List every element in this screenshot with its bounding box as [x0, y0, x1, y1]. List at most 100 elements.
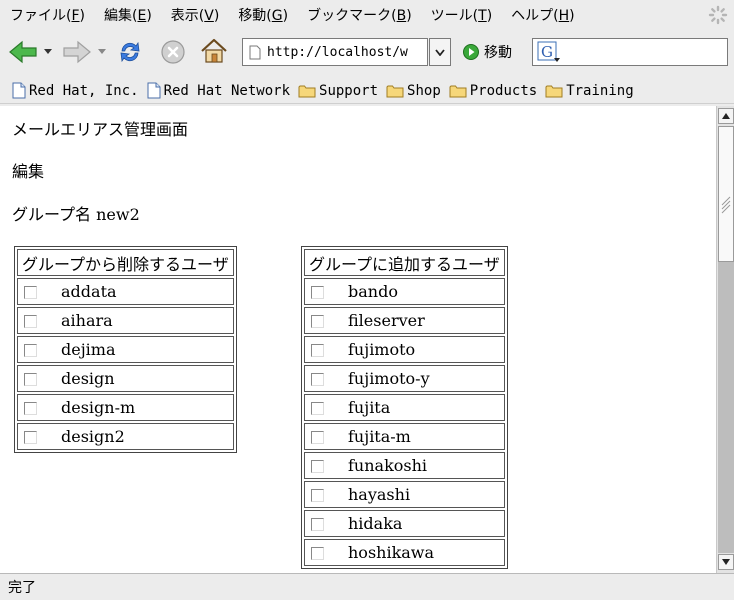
- user-name: fileserver: [348, 311, 425, 330]
- menu-item-3[interactable]: 移動(G): [238, 5, 288, 25]
- user-checkbox[interactable]: [311, 460, 324, 473]
- scroll-thumb[interactable]: [718, 126, 734, 262]
- forward-button[interactable]: [60, 38, 94, 66]
- grip-icon: [721, 196, 731, 214]
- user-cell: aihara: [17, 307, 234, 334]
- menu-item-6[interactable]: ヘルプ(H): [511, 5, 574, 25]
- user-cell: fujita: [304, 394, 505, 421]
- status-text: 完了: [8, 580, 36, 596]
- page-icon: [147, 82, 161, 99]
- user-checkbox[interactable]: [311, 344, 324, 357]
- url-history-dropdown[interactable]: [429, 38, 451, 66]
- scroll-track[interactable]: [718, 262, 734, 553]
- menu-item-4[interactable]: ブックマーク(B): [307, 5, 412, 25]
- menu-item-label: ): [282, 8, 289, 24]
- scroll-up-button[interactable]: [718, 108, 734, 124]
- menu-item-label: ): [486, 8, 493, 24]
- table-row: fujita-m: [304, 423, 505, 450]
- go-label: 移動: [484, 45, 512, 61]
- bookmark-item-1[interactable]: Red Hat Network: [147, 82, 290, 99]
- menu-item-label: E: [137, 8, 147, 24]
- url-text: http://localhost/w: [267, 44, 408, 60]
- user-name: bando: [348, 282, 398, 301]
- bookmark-item-5[interactable]: Training: [545, 82, 634, 99]
- user-name: fujimoto-y: [348, 369, 430, 388]
- reload-button[interactable]: [114, 36, 146, 68]
- chevron-down-icon: [98, 49, 106, 54]
- user-cell: hidaka: [304, 510, 505, 537]
- menu-item-label: H: [558, 8, 570, 24]
- user-cell: bando: [304, 278, 505, 305]
- user-checkbox[interactable]: [311, 431, 324, 444]
- menu-item-0[interactable]: ファイル(F): [10, 5, 85, 25]
- go-button[interactable]: 移動: [462, 40, 512, 64]
- scroll-down-button[interactable]: [718, 554, 734, 570]
- user-checkbox[interactable]: [24, 315, 37, 328]
- user-checkbox[interactable]: [24, 431, 37, 444]
- chevron-down-icon: [435, 48, 445, 56]
- bookmark-label: Products: [469, 82, 538, 99]
- user-checkbox[interactable]: [311, 402, 324, 415]
- menu-item-5[interactable]: ツール(T): [431, 5, 493, 25]
- menu-item-label: 移動(: [238, 8, 272, 24]
- add-users-header: グループに追加するユーザ: [304, 249, 505, 276]
- search-input[interactable]: G: [532, 38, 728, 66]
- user-checkbox[interactable]: [24, 373, 37, 386]
- menu-item-1[interactable]: 編集(E): [104, 5, 152, 25]
- user-checkbox[interactable]: [311, 286, 324, 299]
- table-row: addata: [17, 278, 234, 305]
- bookmarks-toolbar: Red Hat, Inc. Red Hat Network Support Shop P…: [0, 78, 734, 104]
- user-name: hoshikawa: [348, 543, 435, 562]
- arrow-up-icon: [722, 113, 730, 119]
- home-button[interactable]: [198, 36, 230, 66]
- bookmark-label: Support: [319, 82, 379, 99]
- remove-users-table: グループから削除するユーザ addata aihara dejima design de…: [14, 246, 237, 453]
- user-cell: funakoshi: [304, 452, 505, 479]
- menu-item-label: ファイル(: [10, 8, 72, 24]
- user-name: addata: [61, 282, 117, 301]
- bookmark-label: Red Hat, Inc.: [29, 82, 139, 99]
- menu-item-label: 表示(: [170, 8, 205, 24]
- bookmark-item-3[interactable]: Shop: [386, 83, 441, 99]
- user-cell: addata: [17, 278, 234, 305]
- url-field[interactable]: http://localhost/w: [242, 38, 428, 66]
- bookmark-label: Training: [566, 82, 634, 99]
- stop-button[interactable]: [158, 37, 188, 67]
- menu-item-label: ヘルプ(: [511, 8, 559, 24]
- forward-history-dropdown[interactable]: [96, 44, 108, 60]
- google-search-icon[interactable]: G: [537, 41, 561, 63]
- user-checkbox[interactable]: [24, 344, 37, 357]
- table-row: funakoshi: [304, 452, 505, 479]
- back-button[interactable]: [6, 38, 40, 66]
- user-name: dejima: [61, 340, 116, 359]
- bookmark-item-4[interactable]: Products: [449, 83, 537, 99]
- vertical-scrollbar[interactable]: [716, 106, 734, 573]
- bookmark-item-0[interactable]: Red Hat, Inc.: [12, 82, 139, 99]
- menu-item-2[interactable]: 表示(V): [171, 5, 220, 25]
- user-checkbox[interactable]: [24, 286, 37, 299]
- user-checkbox[interactable]: [311, 373, 324, 386]
- table-row: design-m: [17, 394, 234, 421]
- menu-item-label: ): [406, 8, 412, 24]
- user-checkbox[interactable]: [311, 547, 324, 560]
- home-icon: [201, 38, 227, 63]
- menu-item-label: T: [478, 8, 487, 24]
- user-name: aihara: [61, 311, 113, 330]
- group-name: グループ名 new2: [12, 205, 140, 224]
- user-checkbox[interactable]: [24, 402, 37, 415]
- user-checkbox[interactable]: [311, 518, 324, 531]
- table-row: fileserver: [304, 307, 505, 334]
- bookmark-item-2[interactable]: Support: [298, 83, 378, 99]
- user-name: fujita: [348, 398, 391, 417]
- user-cell: design: [17, 365, 234, 392]
- user-checkbox[interactable]: [311, 315, 324, 328]
- user-cell: fujita-m: [304, 423, 505, 450]
- folder-icon: [298, 85, 316, 97]
- user-checkbox[interactable]: [311, 489, 324, 502]
- user-name: design2: [61, 427, 125, 446]
- bookmark-label: Shop: [407, 82, 441, 99]
- user-name: design: [61, 369, 115, 388]
- table-row: fujimoto-y: [304, 365, 505, 392]
- back-history-dropdown[interactable]: [42, 44, 54, 60]
- user-name: fujita-m: [348, 427, 411, 446]
